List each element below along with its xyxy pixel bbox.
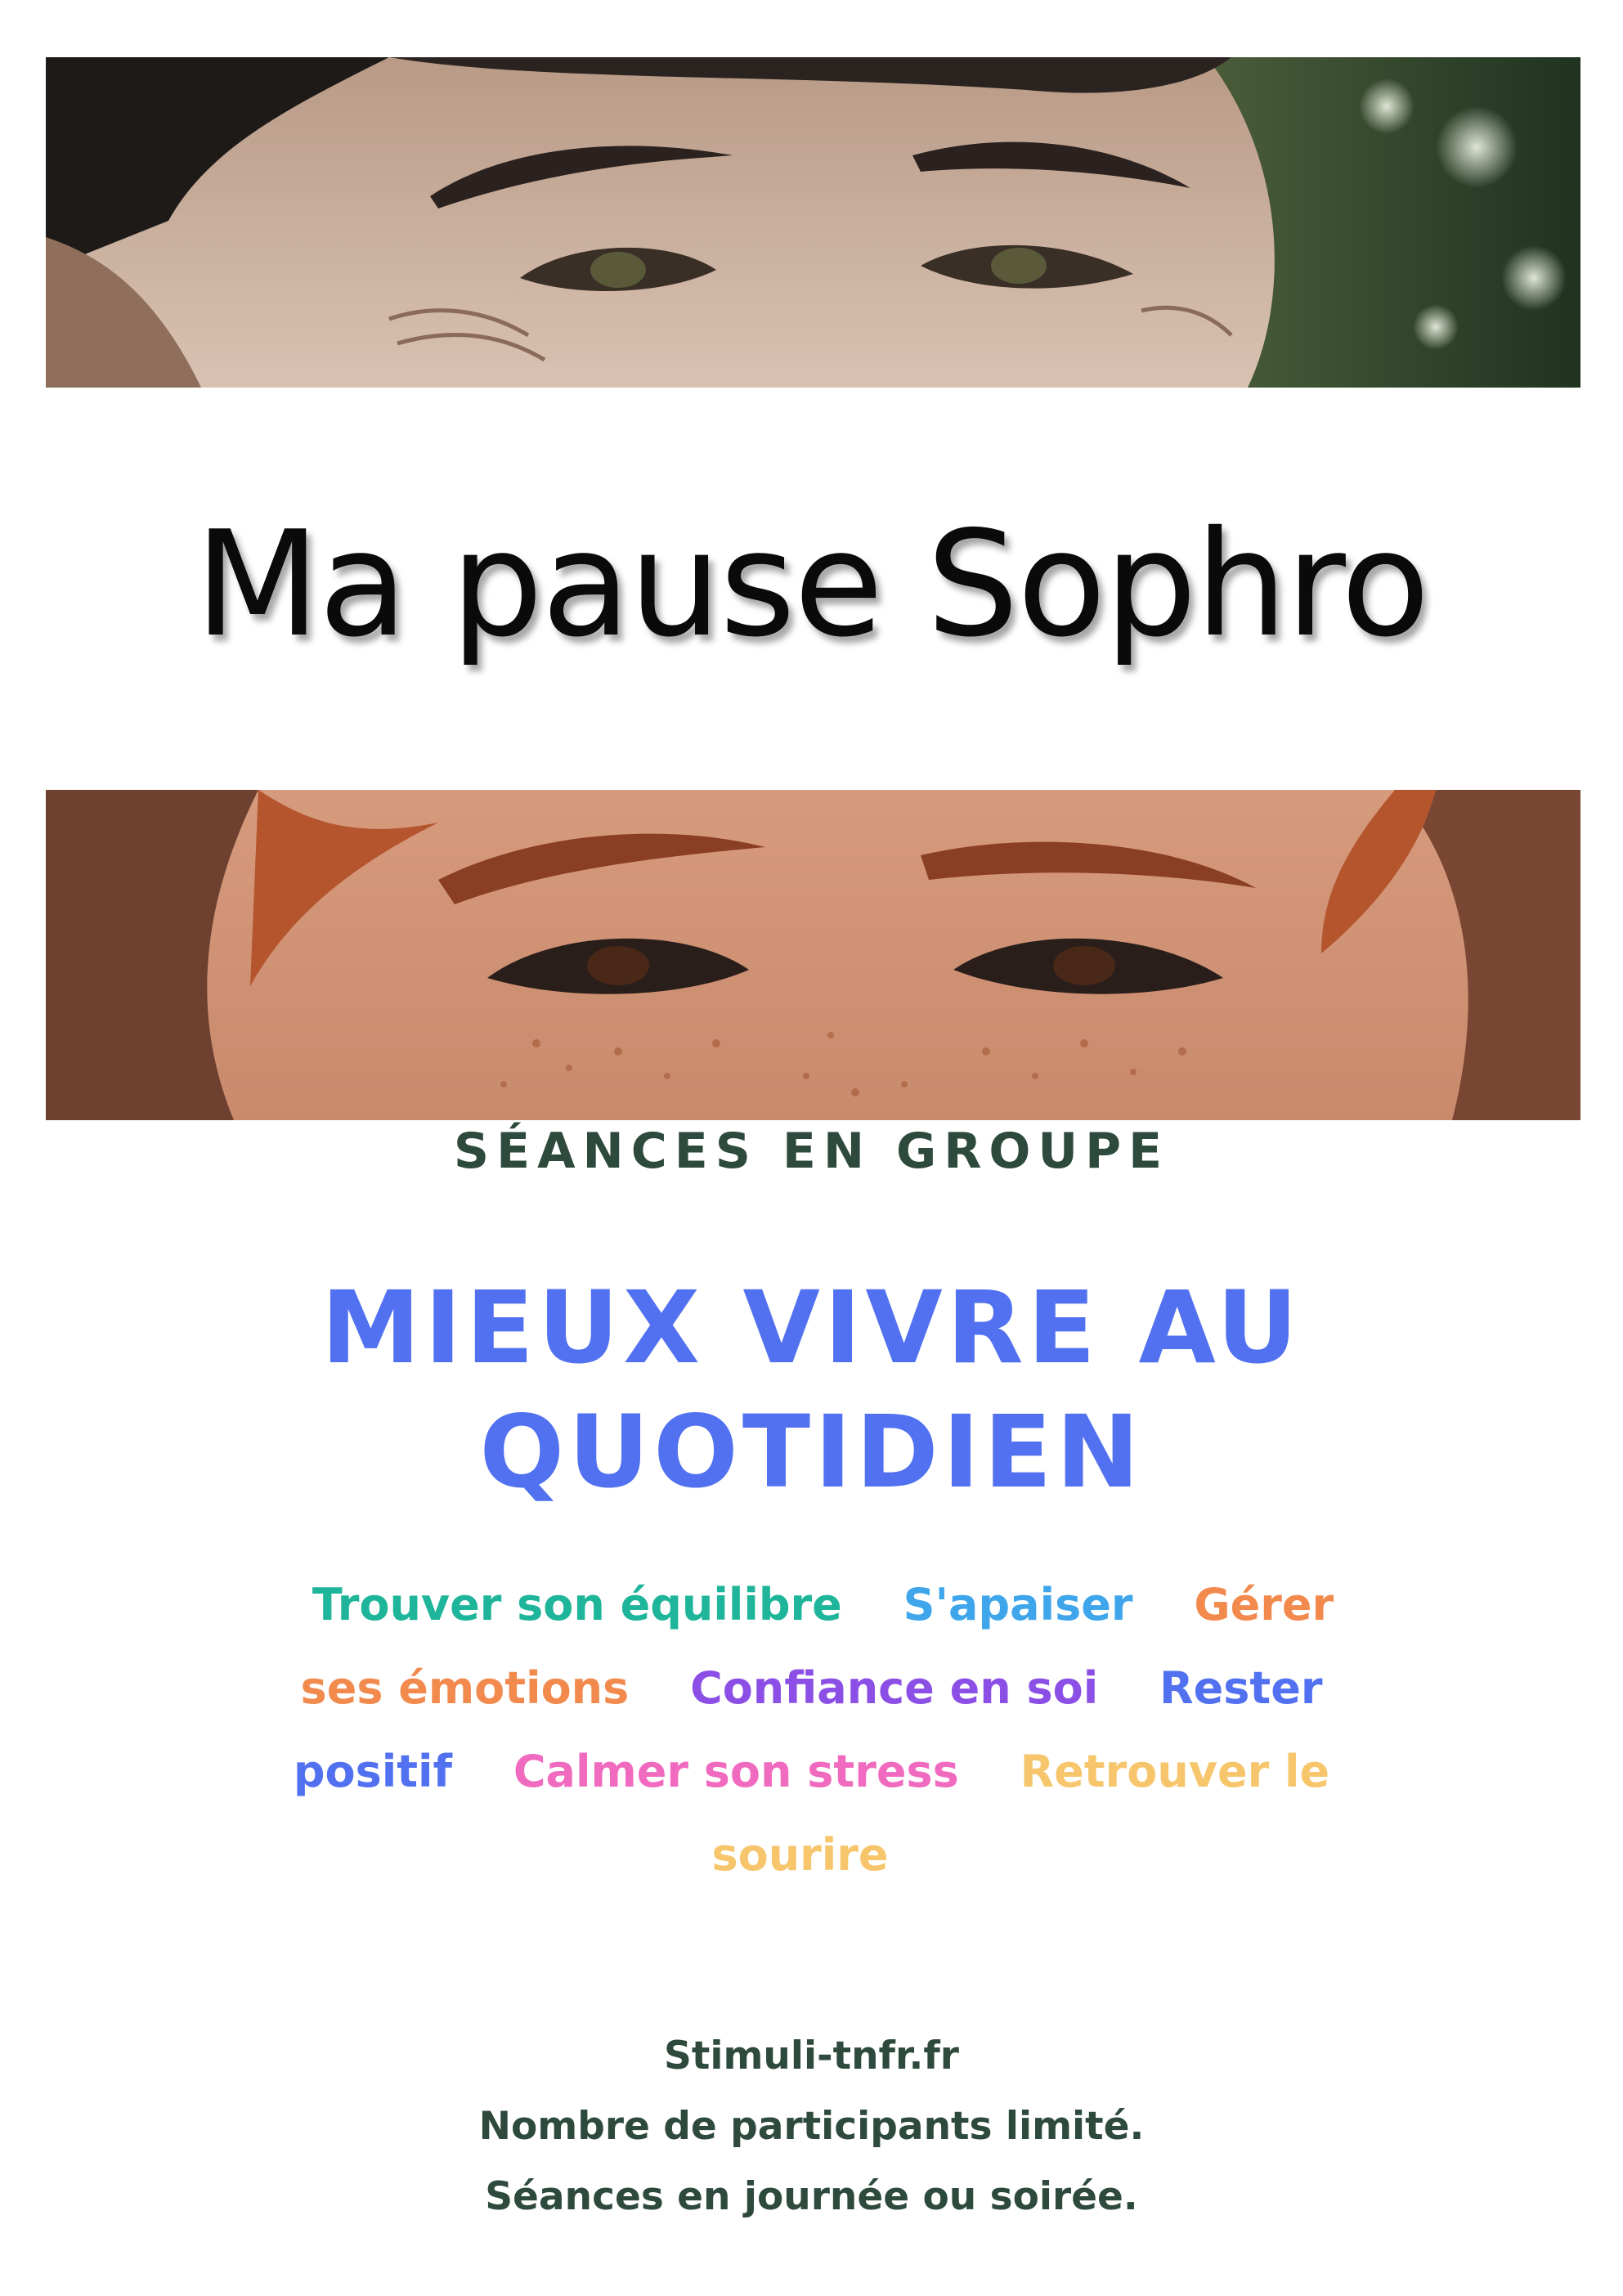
- headline: MIEUX VIVRE AU QUOTIDIEN: [0, 1266, 1623, 1514]
- keyword-sourire-part1: Retrouver le: [1020, 1746, 1330, 1797]
- poster: Ma pause Sophro SÉANCES EN GROUPE MIEUX …: [0, 0, 1623, 2296]
- keyword-equilibre: Trouver son équilibre: [312, 1579, 842, 1630]
- top-eyes-photo: [46, 57, 1580, 388]
- bottom-eyes-illustration: [46, 790, 1580, 1120]
- keyword-positif-part1: Rester: [1159, 1662, 1323, 1714]
- top-eyes-illustration: [46, 57, 1580, 388]
- keyword-stress: Calmer son stress: [513, 1746, 959, 1797]
- headline-line-2: QUOTIDIEN: [479, 1394, 1144, 1510]
- poster-title: Ma pause Sophro: [195, 500, 1430, 669]
- website-link[interactable]: Stimuli-tnfr.fr: [0, 2021, 1623, 2092]
- keyword-sourire-part2: sourire: [711, 1829, 889, 1881]
- keyword-emotions-part2: ses émotions: [300, 1662, 630, 1714]
- keywords-block: Trouver son équilibre S'apaiser Gérer se…: [245, 1563, 1378, 1897]
- headline-line-1: MIEUX VIVRE AU: [321, 1270, 1302, 1386]
- section-label: SÉANCES EN GROUPE: [453, 1123, 1170, 1180]
- bottom-eyes-photo: [46, 790, 1580, 1120]
- keyword-apaiser: S'apaiser: [903, 1579, 1133, 1630]
- keyword-positif-part2: positif: [293, 1746, 453, 1797]
- keyword-confiance: Confiance en soi: [690, 1662, 1099, 1714]
- footer: Stimuli-tnfr.fr Nombre de participants l…: [0, 2021, 1623, 2232]
- participants-note: Nombre de participants limité.: [478, 2104, 1145, 2149]
- schedule-note: Séances en journée ou soirée.: [485, 2174, 1138, 2219]
- keyword-emotions-part1: Gérer: [1194, 1579, 1334, 1630]
